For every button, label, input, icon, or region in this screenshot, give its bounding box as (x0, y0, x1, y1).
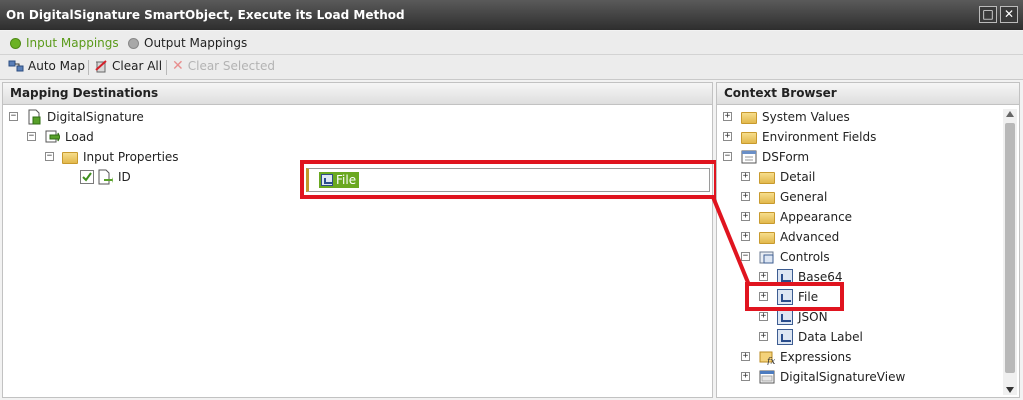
mapping-connector (711, 196, 751, 286)
connector-line (711, 196, 751, 286)
